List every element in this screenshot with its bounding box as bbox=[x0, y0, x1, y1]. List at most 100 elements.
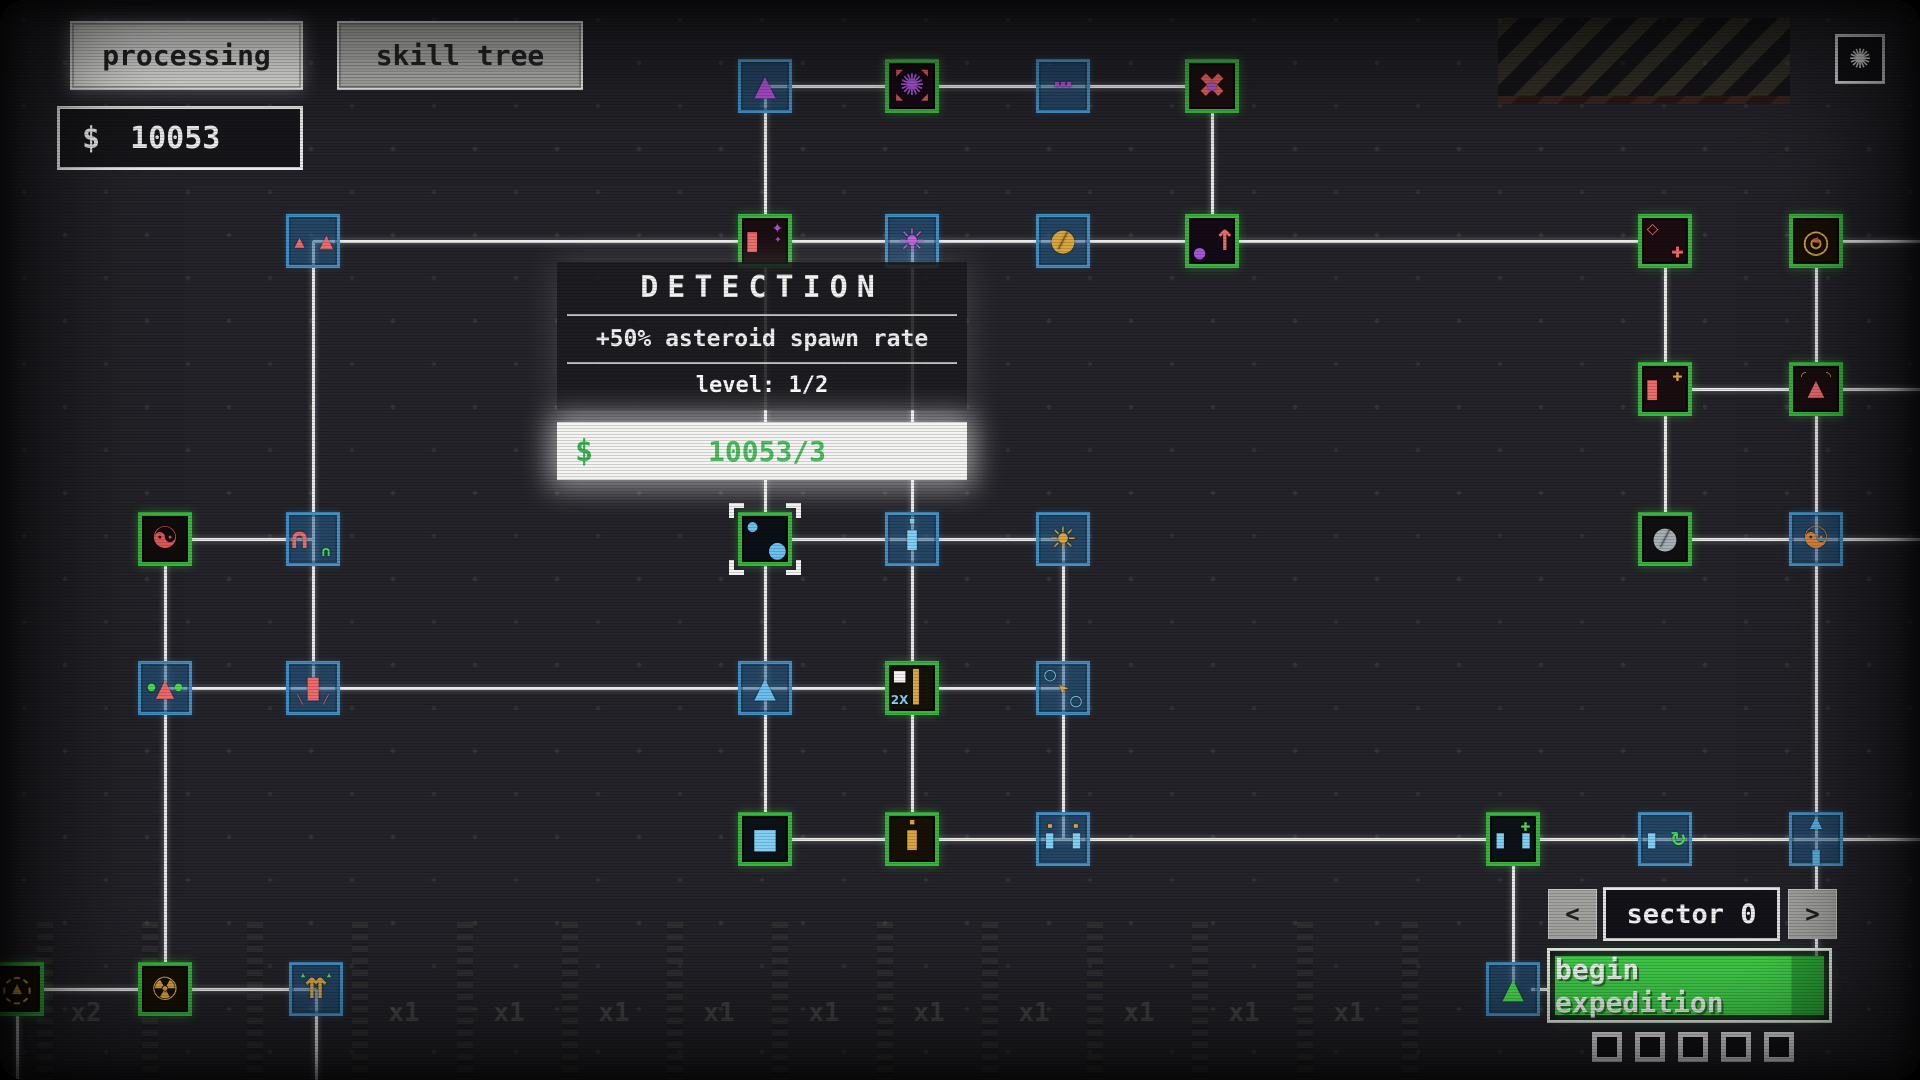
chevron-right-icon: > bbox=[1805, 900, 1819, 928]
skill-edge bbox=[313, 687, 765, 690]
skill-node-detection[interactable]: ●● bbox=[738, 512, 792, 566]
settings-button[interactable]: ✺ bbox=[1835, 34, 1885, 84]
double-bottle-icon: ▮ bbox=[1071, 829, 1082, 849]
blue-rocket-icon: ▲ bbox=[1810, 814, 1822, 830]
double-bottle-icon: ▮ bbox=[1044, 829, 1055, 849]
upgrade-cost-button[interactable]: $ 10053/3 bbox=[557, 422, 967, 480]
alarm-gauge-icon: ▲ bbox=[12, 983, 22, 996]
chevron-left-icon: < bbox=[1565, 900, 1579, 928]
drill-column-icon: ╱ bbox=[323, 696, 328, 705]
skill-node-n26[interactable]: ■ bbox=[738, 812, 792, 866]
skill-node-n17[interactable]: ▪▮ bbox=[885, 512, 939, 566]
skill-node-n15[interactable]: ∩∩ bbox=[286, 512, 340, 566]
tab-skill-tree-label: skill tree bbox=[376, 39, 545, 72]
expedition-slot bbox=[1764, 1032, 1794, 1062]
expedition-slot bbox=[1635, 1032, 1665, 1062]
skill-node-n32[interactable]: ◌▲ bbox=[0, 962, 44, 1016]
flag-2x-icon: ■ bbox=[892, 668, 906, 683]
flag-2x-icon: 2X bbox=[891, 694, 909, 706]
tab-processing-label: processing bbox=[102, 39, 271, 72]
currency-icon: $ bbox=[82, 121, 100, 156]
expedition-slot bbox=[1678, 1032, 1708, 1062]
skill-node-n9[interactable]: ●↑ bbox=[1185, 214, 1239, 268]
sector-label: sector 0 bbox=[1626, 899, 1756, 930]
skill-node-n14[interactable]: ☯ bbox=[138, 512, 192, 566]
drill-column-icon: ▮ bbox=[305, 673, 322, 703]
skill-node-n7[interactable]: ☀ bbox=[885, 214, 939, 268]
cost-currency-icon: $ bbox=[557, 434, 593, 469]
tooltip-level: level: 1/2 bbox=[565, 373, 959, 398]
rocket-thrusters-icon: ▲ bbox=[156, 676, 174, 700]
sector-prev-button[interactable]: < bbox=[1548, 889, 1597, 939]
blue-rocket-icon: ▮ bbox=[1810, 846, 1821, 866]
skill-node-n22[interactable]: ▮╲ ╱ bbox=[286, 661, 340, 715]
skill-node-n4[interactable]: ✖● bbox=[1185, 59, 1239, 113]
skill-node-n5[interactable]: ▴▴ bbox=[286, 214, 340, 268]
fuel-canister-sparkle-icon: ✦ bbox=[772, 222, 784, 236]
begin-expedition-label: begin expedition bbox=[1555, 953, 1824, 1019]
crystal-cluster-icon: ◇ bbox=[1647, 221, 1659, 236]
skill-node-n29[interactable]: ▮▮✚ bbox=[1486, 812, 1540, 866]
ore-chunk-icon: ╱ bbox=[1058, 234, 1067, 249]
skill-node-n19[interactable]: ●╱ bbox=[1638, 512, 1692, 566]
tab-skill-tree[interactable]: skill tree bbox=[337, 21, 583, 90]
skill-node-n28[interactable]: ▪▪▮▮ bbox=[1036, 812, 1090, 866]
tab-processing[interactable]: processing bbox=[70, 21, 303, 90]
skill-node-n20[interactable]: ☯ bbox=[1789, 512, 1843, 566]
rocket-boost-icon: ◜ bbox=[1801, 370, 1806, 383]
skill-tooltip: DETECTION +50% asteroid spawn rate level… bbox=[557, 262, 967, 480]
money-display: $ 10053 bbox=[57, 106, 303, 170]
skill-node-n35[interactable]: ▲ bbox=[1486, 962, 1540, 1016]
skill-node-n12[interactable]: ▮✚ bbox=[1638, 362, 1692, 416]
virus-icon: ◢ bbox=[921, 94, 928, 103]
skill-node-n18[interactable]: ☀ bbox=[1036, 512, 1090, 566]
skill-node-n13[interactable]: ◜ ◝▲ bbox=[1789, 362, 1843, 416]
stone-chunk-icon: ╱ bbox=[1660, 532, 1669, 547]
skill-node-n1[interactable]: ▲ bbox=[738, 59, 792, 113]
double-rocket-icon: ▴ bbox=[295, 231, 305, 251]
skill-edge bbox=[312, 241, 315, 539]
skill-node-n2[interactable]: ✺◤◥◣◢ bbox=[885, 59, 939, 113]
radioactive-icon: ☢ bbox=[151, 973, 180, 1005]
skill-node-n6[interactable]: ▮✦✦ bbox=[738, 214, 792, 268]
skill-node-n21[interactable]: ●▲● bbox=[138, 661, 192, 715]
skill-node-n11[interactable]: ◎➤ bbox=[1789, 214, 1843, 268]
skill-node-n8[interactable]: ●╱ bbox=[1036, 214, 1090, 268]
skill-node-n10[interactable]: ◇✚ bbox=[1638, 214, 1692, 268]
arrow-upgrade-icon: ▲ bbox=[754, 72, 776, 100]
skill-node-n27[interactable]: ▪▮ bbox=[885, 812, 939, 866]
bottle-refresh-icon: ▮ bbox=[1646, 829, 1657, 849]
gold-bottle-icon: ▮ bbox=[905, 826, 919, 852]
skill-node-n34[interactable]: ▴▴⇈ bbox=[289, 962, 343, 1016]
virus-icon: ◣ bbox=[896, 94, 903, 103]
linked-orbs-icon: ○ bbox=[1043, 668, 1056, 683]
skill-node-n30[interactable]: ▮↻ bbox=[1638, 812, 1692, 866]
sector-next-button[interactable]: > bbox=[1788, 889, 1837, 939]
bottle-refresh-icon: ↻ bbox=[1670, 829, 1687, 849]
jar-icon: ▮ bbox=[905, 526, 919, 552]
tooltip-body: DETECTION +50% asteroid spawn rate level… bbox=[557, 262, 967, 410]
expedition-launch-icon: ▲ bbox=[1502, 975, 1524, 1003]
selection-bracket bbox=[729, 503, 744, 518]
fuel-canister-plus-icon: ▮ bbox=[1645, 376, 1659, 402]
rocket-thrusters-icon: ● bbox=[174, 683, 183, 693]
begin-expedition-button[interactable]: begin expedition bbox=[1555, 956, 1824, 1015]
triple-arrows-icon: ⇈ bbox=[304, 975, 327, 1003]
skill-node-n23[interactable]: ▲ bbox=[738, 661, 792, 715]
rocket-boost-icon: ◝ bbox=[1826, 370, 1831, 383]
drill-column-icon: ╲ bbox=[297, 696, 302, 705]
skill-node-n25[interactable]: ○➤○ bbox=[1036, 661, 1090, 715]
expand-arrows-icon: ● bbox=[1207, 81, 1217, 92]
asteroid-detection-icon: ● bbox=[768, 540, 787, 562]
skill-node-n3[interactable]: ┅ bbox=[1036, 59, 1090, 113]
skill-node-n31[interactable]: ▲▮ bbox=[1789, 812, 1843, 866]
skill-node-n24[interactable]: ■▎2X bbox=[885, 661, 939, 715]
purple-flare-icon: ☀ bbox=[898, 225, 927, 257]
tooltip-divider bbox=[567, 362, 957, 364]
skill-node-n33[interactable]: ☢ bbox=[138, 962, 192, 1016]
skill-edge bbox=[1815, 539, 1818, 839]
sun-flare-icon: ☀ bbox=[1049, 523, 1078, 555]
skill-edge bbox=[164, 688, 167, 989]
sector-label-box: sector 0 bbox=[1603, 887, 1780, 941]
rocket-boost-icon: ▲ bbox=[1808, 378, 1825, 400]
